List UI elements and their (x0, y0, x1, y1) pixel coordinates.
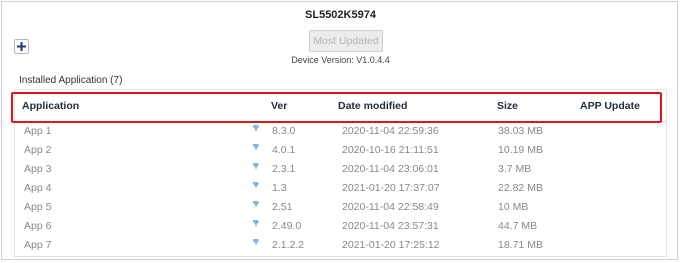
cell-ver: 2.1.2.2 (272, 239, 305, 251)
cell-date-modified: 2021-01-20 17:37:07 (342, 182, 440, 194)
cell-ver: 4.0.1 (272, 144, 296, 156)
cell-size: 44.7 MB (498, 220, 538, 232)
pin-icon (252, 124, 260, 136)
installed-apps-label: Installed Application (7) (19, 75, 123, 86)
pin-icon (252, 181, 260, 193)
cell-ver: 2.3.1 (272, 163, 296, 175)
cell-ver: 8.3.0 (272, 125, 296, 137)
cell-date-modified: 2020-11-04 23:06:01 (342, 163, 439, 175)
table-row[interactable]: App 5 2.51 2020-11-04 22:58:49 10 MB (15, 199, 666, 218)
device-title: SL5502K5974 (305, 9, 376, 21)
pin-icon (252, 238, 260, 250)
cell-date-modified: 2020-11-04 23:57:31 (342, 220, 439, 232)
pin-icon (252, 162, 260, 174)
table-row[interactable]: App 3 2.3.1 2020-11-04 23:06:01 3.7 MB (15, 161, 666, 180)
plus-icon (17, 42, 26, 51)
cell-size: 10 MB (498, 201, 529, 213)
cell-application: App 1 (24, 125, 52, 137)
cell-application: App 5 (24, 201, 52, 213)
cell-size: 38.03 MB (498, 125, 543, 137)
cell-date-modified: 2020-10-16 21:11:51 (342, 144, 439, 156)
device-version: Device Version: V1.0.4.4 (291, 55, 390, 65)
add-button[interactable] (14, 39, 29, 54)
cell-size: 18.71 MB (498, 239, 543, 251)
table-row[interactable]: App 1 8.3.0 2020-11-04 22:59:36 38.03 MB (15, 123, 666, 142)
table-row[interactable]: App 4 1.3 2021-01-20 17:37:07 22.82 MB (15, 180, 666, 199)
pin-icon (252, 200, 260, 212)
cell-date-modified: 2020-11-04 22:58:49 (342, 201, 439, 213)
table-row[interactable]: App 2 4.0.1 2020-10-16 21:11:51 10.19 MB (15, 142, 666, 161)
cell-ver: 2.51 (272, 201, 293, 213)
table-row[interactable]: App 7 2.1.2.2 2021-01-20 17:25:12 18.71 … (15, 237, 666, 256)
pin-icon (252, 219, 260, 231)
header-highlight-box (11, 92, 662, 123)
cell-date-modified: 2020-11-04 22:59:36 (342, 125, 439, 137)
table-row[interactable]: App 6 2.49.0 2020-11-04 23:57:31 44.7 MB (15, 218, 666, 237)
cell-ver: 1.3 (272, 182, 287, 194)
cell-size: 22.82 MB (498, 182, 543, 194)
cell-application: App 3 (24, 163, 52, 175)
cell-application: App 4 (24, 182, 52, 194)
cell-date-modified: 2021-01-20 17:25:12 (342, 239, 440, 251)
cell-size: 10.19 MB (498, 144, 543, 156)
cell-application: App 2 (24, 144, 52, 156)
cell-size: 3.7 MB (498, 163, 532, 175)
cell-ver: 2.49.0 (272, 220, 302, 232)
most-updated-button[interactable]: Most Updated (309, 30, 383, 52)
cell-application: App 6 (24, 220, 52, 232)
cell-application: App 7 (24, 239, 52, 251)
pin-icon (252, 143, 260, 155)
